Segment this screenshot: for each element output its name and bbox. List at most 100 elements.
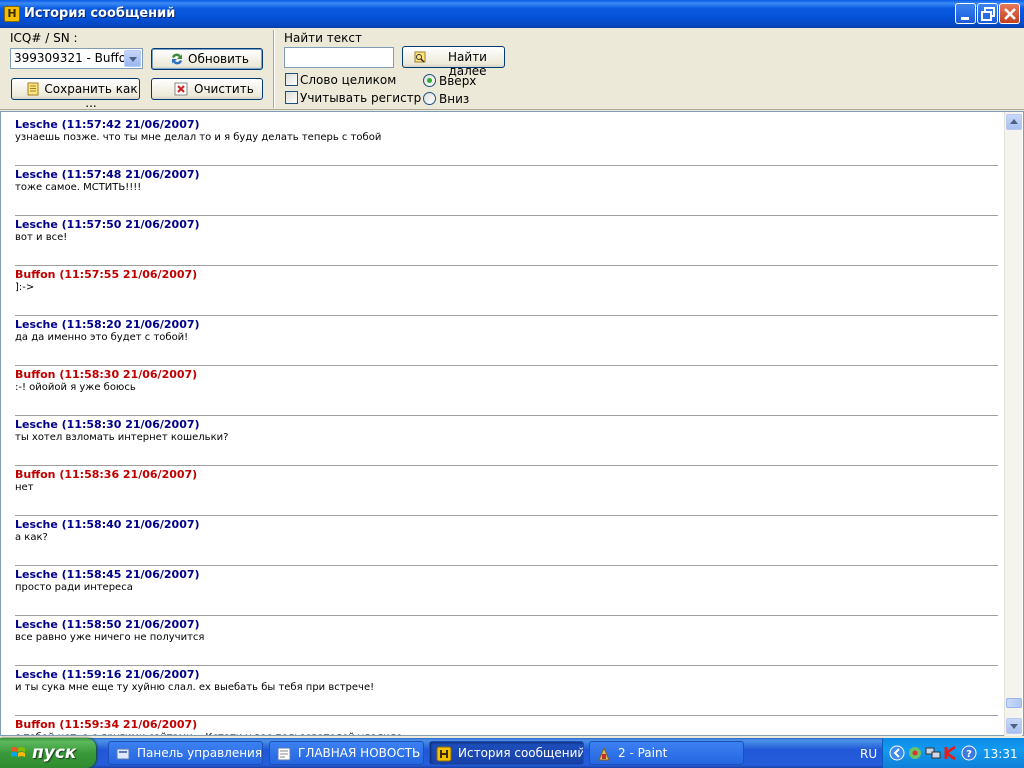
- task-label: Панель управления ...: [137, 746, 263, 760]
- svg-text:?: ?: [966, 749, 972, 760]
- message-row: Lesche (11:58:40 21/06/2007) а как?: [15, 516, 998, 566]
- whole-word-checkbox[interactable]: [285, 73, 298, 86]
- message-header: Buffon (11:58:30 21/06/2007): [15, 368, 198, 381]
- language-indicator[interactable]: RU: [860, 747, 877, 761]
- match-case-label[interactable]: Учитывать регистр: [300, 91, 421, 105]
- message-row: Lesche (11:58:50 21/06/2007) все равно уж…: [15, 616, 998, 666]
- message-row: Lesche (11:57:42 21/06/2007) узнаешь позж…: [15, 116, 998, 166]
- find-next-button[interactable]: Найти далее: [402, 46, 505, 78]
- restore-button[interactable]: [977, 3, 998, 24]
- message-row: Buffon (11:58:36 21/06/2007) нет: [15, 466, 998, 516]
- message-header: Lesche (11:58:45 21/06/2007): [15, 568, 200, 581]
- direction-down-label[interactable]: Вниз: [439, 92, 469, 106]
- paint-icon: [598, 746, 610, 761]
- message-row: Lesche (11:58:20 21/06/2007) да да именно…: [15, 316, 998, 366]
- help-icon[interactable]: ?: [961, 745, 977, 761]
- refresh-button[interactable]: Обновить: [151, 48, 263, 70]
- task-message-history[interactable]: История сообщений: [429, 741, 584, 765]
- control-panel-icon: [116, 748, 130, 760]
- start-button[interactable]: пуск: [0, 738, 96, 768]
- task-label: ГЛАВНАЯ НОВОСТЬ ...: [298, 746, 424, 760]
- message-row: Buffon (11:57:55 21/06/2007)]:->: [15, 266, 998, 316]
- message-text: вот и все!: [15, 232, 68, 243]
- message-header: Lesche (11:59:16 21/06/2007): [15, 668, 200, 681]
- save-as-button[interactable]: Сохранить как ...: [11, 78, 140, 110]
- title-bar[interactable]: H История сообщений: [0, 0, 1024, 28]
- direction-up-label[interactable]: Вверх: [439, 74, 476, 88]
- message-text: тоже самое. МСТИТЬ!!!!: [15, 182, 142, 193]
- history-app-icon: [436, 746, 452, 762]
- close-icon: [1004, 8, 1016, 20]
- message-header: Lesche (11:57:48 21/06/2007): [15, 168, 200, 181]
- scroll-up-arrow-icon[interactable]: [1006, 114, 1022, 130]
- refresh-button-label: Обновить: [188, 52, 249, 66]
- history-scrollbar[interactable]: [1004, 112, 1022, 736]
- message-row: Lesche (11:57:48 21/06/2007) тоже самое. …: [15, 166, 998, 216]
- kaspersky-icon[interactable]: [943, 745, 959, 761]
- clock: 13:31: [983, 747, 1018, 761]
- close-button[interactable]: [999, 3, 1020, 24]
- account-select[interactable]: 399309321 - Buffon: [10, 48, 143, 69]
- clear-button[interactable]: Очистить: [151, 78, 263, 100]
- save-as-button-label: Сохранить как ...: [44, 82, 138, 110]
- message-header: Lesche (11:58:50 21/06/2007): [15, 618, 200, 631]
- task-news[interactable]: ГЛАВНАЯ НОВОСТЬ ...: [269, 741, 424, 765]
- message-text: ]:->: [15, 282, 35, 293]
- match-case-checkbox[interactable]: [285, 91, 298, 104]
- taskbar: пуск Панель управления ... ГЛАВНАЯ НОВОС…: [0, 738, 1024, 768]
- find-input[interactable]: [284, 47, 394, 68]
- message-text: узнаешь позже. что ты мне делал то и я б…: [15, 132, 382, 143]
- tray-collapse-icon[interactable]: [889, 745, 905, 761]
- find-label: Найти текст: [284, 31, 362, 45]
- clear-button-label: Очистить: [194, 82, 254, 96]
- message-text: просто ради интереса: [15, 582, 133, 593]
- message-header: Lesche (11:57:42 21/06/2007): [15, 118, 200, 131]
- icq-label: ICQ# / SN :: [10, 31, 78, 45]
- account-select-value: 399309321 - Buffon: [14, 51, 134, 65]
- message-text: ты хотел взломать интернет кошельки?: [15, 432, 229, 443]
- message-row: Buffon (11:58:30 21/06/2007):-! ойойой я…: [15, 366, 998, 416]
- message-header: Lesche (11:58:40 21/06/2007): [15, 518, 200, 531]
- message-header: Lesche (11:57:50 21/06/2007): [15, 218, 200, 231]
- message-text: все равно уже ничего не получится: [15, 632, 205, 643]
- clear-x-icon: [174, 82, 188, 96]
- message-row: Lesche (11:59:16 21/06/2007) и ты сука мн…: [15, 666, 998, 716]
- message-text: :-! ойойой я уже боюсь: [15, 382, 136, 393]
- find-binoculars-icon: [414, 51, 426, 63]
- task-control-panel[interactable]: Панель управления ...: [108, 741, 263, 765]
- message-row: Lesche (11:57:50 21/06/2007) вот и все!: [15, 216, 998, 266]
- whole-word-label[interactable]: Слово целиком: [300, 73, 396, 87]
- task-paint[interactable]: 2 - Paint: [589, 741, 744, 765]
- refresh-icon: [172, 53, 182, 65]
- direction-up-radio[interactable]: [423, 74, 436, 87]
- direction-down-radio[interactable]: [423, 92, 436, 105]
- scroll-thumb[interactable]: [1006, 698, 1022, 708]
- task-label: История сообщений: [458, 746, 584, 760]
- message-header: Lesche (11:58:20 21/06/2007): [15, 318, 200, 331]
- panel-divider: [273, 30, 275, 108]
- restore-icon: [981, 7, 995, 21]
- chevron-down-icon[interactable]: [124, 50, 141, 67]
- message-header: Buffon (11:58:36 21/06/2007): [15, 468, 198, 481]
- scroll-down-arrow-icon[interactable]: [1006, 718, 1022, 734]
- minimize-button[interactable]: [955, 3, 976, 24]
- message-text: с тобой нет, а с другими сайтами... Кста…: [15, 732, 402, 735]
- browser-page-icon: [277, 747, 291, 761]
- message-text: и ты сука мне еще ту хуйню слал. ех выеб…: [15, 682, 375, 693]
- window-title: История сообщений: [24, 6, 176, 21]
- save-document-icon: [27, 82, 39, 96]
- windows-flag-icon: [11, 747, 25, 757]
- task-label: 2 - Paint: [618, 746, 668, 760]
- icq-flower-icon[interactable]: [907, 745, 923, 761]
- message-row: Lesche (11:58:45 21/06/2007) просто ради …: [15, 566, 998, 616]
- start-label: пуск: [32, 743, 77, 763]
- message-header: Lesche (11:58:30 21/06/2007): [15, 418, 200, 431]
- minimize-icon: [961, 17, 969, 20]
- message-header: Buffon (11:57:55 21/06/2007): [15, 268, 198, 281]
- app-icon: H: [4, 6, 20, 22]
- network-icon[interactable]: [925, 745, 941, 761]
- message-text: а как?: [15, 532, 48, 543]
- message-history[interactable]: Lesche (11:57:42 21/06/2007) узнаешь позж…: [0, 111, 1024, 736]
- message-row: Buffon (11:59:34 21/06/2007)с тобой нет,…: [15, 716, 998, 735]
- message-row: Lesche (11:58:30 21/06/2007) ты хотел взл…: [15, 416, 998, 466]
